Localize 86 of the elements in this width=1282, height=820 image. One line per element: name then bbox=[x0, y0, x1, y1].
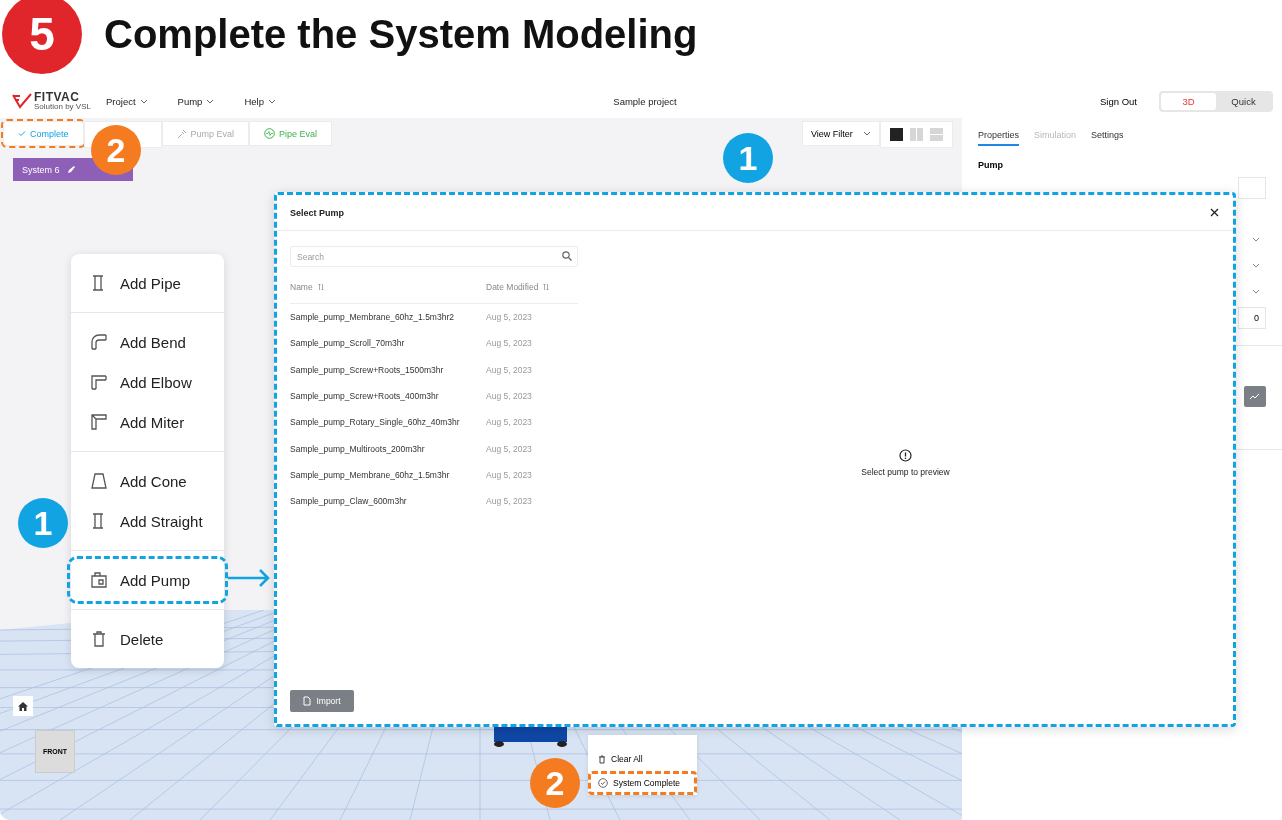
pump-icon bbox=[90, 571, 108, 589]
menu-item[interactable]: Add Pump bbox=[71, 560, 224, 600]
home-button[interactable] bbox=[13, 696, 33, 716]
number-field[interactable]: 0 bbox=[1238, 307, 1266, 329]
table-cell-text: Aug 5, 2023 bbox=[486, 469, 533, 480]
table-cell-text: Sample_pump_Rotary_Single_60hz_40m3hr bbox=[290, 417, 461, 428]
pencil-icon bbox=[66, 165, 76, 174]
step-title: Complete the System Modeling bbox=[104, 11, 698, 57]
table-cell-text: Aug 5, 2023 bbox=[486, 338, 533, 349]
search-icon bbox=[562, 251, 572, 261]
split-rows-icon bbox=[930, 128, 943, 141]
split-columns-icon bbox=[910, 128, 923, 141]
chevron-down-icon bbox=[1252, 263, 1260, 268]
column-header[interactable]: Date Modified bbox=[486, 282, 578, 292]
check-circle-icon bbox=[598, 778, 608, 788]
sign-out-button[interactable]: Sign Out bbox=[1094, 94, 1143, 108]
table-cell-text: Aug 5, 2023 bbox=[486, 417, 533, 428]
menu-item[interactable]: Clear All bbox=[588, 747, 697, 771]
check-icon bbox=[18, 130, 26, 137]
logo-tagline: Solution by VSL bbox=[34, 103, 91, 111]
menu-button[interactable]: Help bbox=[244, 95, 276, 107]
chevron-down-icon bbox=[863, 131, 871, 136]
chevron-down-icon bbox=[1252, 237, 1260, 242]
logo-name: FITVAC bbox=[34, 91, 81, 103]
sort-icon bbox=[317, 283, 324, 291]
close-icon bbox=[1210, 208, 1219, 217]
panel-tab[interactable]: Settings bbox=[1091, 128, 1124, 146]
menu-button[interactable]: Pump bbox=[177, 95, 215, 107]
elbow-icon bbox=[90, 373, 108, 391]
sort-icon bbox=[543, 283, 550, 291]
table-cell-text: Sample_pump_Claw_600m3hr bbox=[290, 496, 408, 507]
info-icon bbox=[899, 448, 912, 462]
trash-icon bbox=[90, 630, 108, 648]
chevron-down-icon bbox=[1252, 289, 1260, 294]
view-mode-tab[interactable]: Quick bbox=[1216, 92, 1271, 110]
table-cell-text: Sample_pump_Screw+Roots_400m3hr bbox=[290, 391, 440, 402]
wave-icon bbox=[264, 128, 276, 139]
chevron-down-icon bbox=[139, 98, 148, 104]
logo-icon bbox=[12, 93, 32, 109]
table-cell-text: Sample_pump_Scroll_70m3hr bbox=[290, 338, 406, 349]
table-cell-text: Sample_pump_Multiroots_200m3hr bbox=[290, 443, 426, 454]
view-mode-tab[interactable]: 3D bbox=[1161, 92, 1216, 110]
menu-item[interactable]: Add Cone bbox=[71, 461, 224, 501]
project-name: Sample project bbox=[612, 95, 678, 107]
arrow-icon bbox=[227, 568, 272, 588]
table-cell-text: Aug 5, 2023 bbox=[486, 496, 533, 507]
chevron-down-icon bbox=[206, 98, 215, 104]
layout-button[interactable] bbox=[890, 128, 903, 141]
table-cell-text: Sample_pump_Screw+Roots_1500m3hr bbox=[290, 364, 445, 375]
menu-item[interactable]: Add Pipe bbox=[71, 263, 224, 303]
view-filter-dropdown[interactable]: View Filter bbox=[802, 121, 880, 146]
preview-message: Select pump to preview bbox=[861, 466, 950, 477]
menu-button[interactable]: Project bbox=[106, 95, 148, 107]
input-field[interactable] bbox=[1238, 177, 1266, 199]
single-view-icon bbox=[890, 128, 903, 141]
table-cell-text: Aug 5, 2023 bbox=[486, 312, 533, 323]
step-number: 5 bbox=[2, 0, 82, 74]
search-field[interactable]: Search bbox=[290, 246, 578, 267]
close-button[interactable] bbox=[1210, 208, 1219, 217]
table-cell-text: Aug 5, 2023 bbox=[486, 391, 533, 402]
home-icon bbox=[18, 701, 28, 711]
panel-tab[interactable]: Properties bbox=[978, 128, 1020, 146]
table-cell-text: Sample_pump_Membrane_60hz_1.5m3hr bbox=[290, 469, 451, 480]
trend-line-icon bbox=[1250, 393, 1260, 400]
chevron-down-icon bbox=[267, 98, 276, 104]
miter-icon bbox=[90, 413, 108, 431]
table-cell-text: Aug 5, 2023 bbox=[486, 364, 533, 375]
layout-button[interactable] bbox=[930, 128, 943, 141]
menu-item[interactable]: Delete bbox=[71, 619, 224, 659]
menu-item[interactable]: Add Miter bbox=[71, 402, 224, 442]
import-button[interactable]: Import bbox=[290, 690, 354, 712]
dialog-title: Select Pump bbox=[290, 207, 345, 218]
bend-icon bbox=[90, 333, 108, 351]
menu-item[interactable]: Add Straight bbox=[71, 501, 224, 541]
layout-button[interactable] bbox=[910, 128, 923, 141]
cone-icon bbox=[90, 472, 108, 490]
trash-icon bbox=[598, 754, 606, 764]
section-title: Pump bbox=[978, 160, 1004, 170]
table-cell-text: Sample_pump_Membrane_60hz_1.5m3hr2 bbox=[290, 312, 455, 323]
menu-item[interactable]: Add Elbow bbox=[71, 362, 224, 402]
table-cell-text: Aug 5, 2023 bbox=[486, 443, 533, 454]
chart-button[interactable] bbox=[1244, 386, 1266, 407]
column-header[interactable]: Name bbox=[290, 282, 486, 292]
menu-item[interactable]: Add Bend bbox=[71, 322, 224, 362]
menu-item[interactable]: System Complete bbox=[588, 771, 697, 795]
file-icon bbox=[303, 696, 312, 706]
